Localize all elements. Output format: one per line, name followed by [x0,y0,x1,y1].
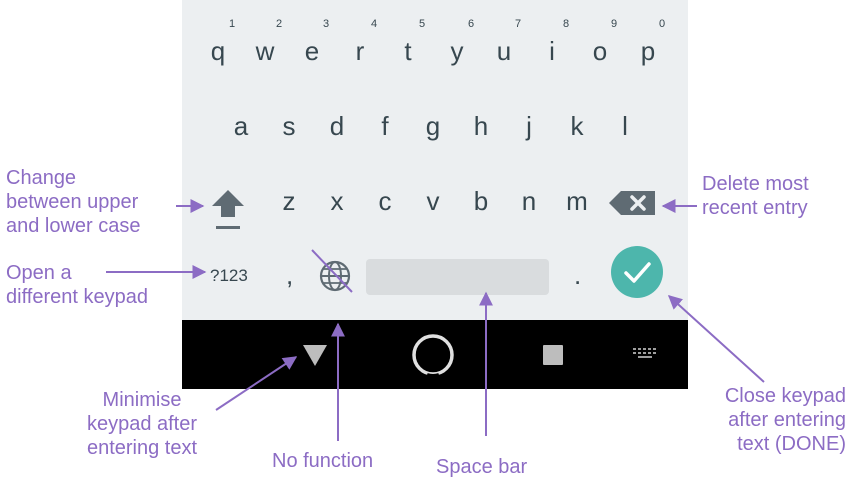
no-function-strike [311,249,353,293]
delete-annotation: Delete most recent entry [702,173,809,219]
shift-annotation: Change between upper and lower case [6,167,141,237]
minimise-annotation: Minimise keypad after entering text [86,389,198,459]
symbols-annotation: Open a different keypad [6,262,148,308]
no-function-annotation: No function [272,450,374,472]
done-annotation: Close keypad after entering text (DONE) [724,385,846,455]
done-arrow [667,295,765,383]
minimise-arrow [215,356,298,411]
space-bar-annotation: Space bar [436,456,528,478]
